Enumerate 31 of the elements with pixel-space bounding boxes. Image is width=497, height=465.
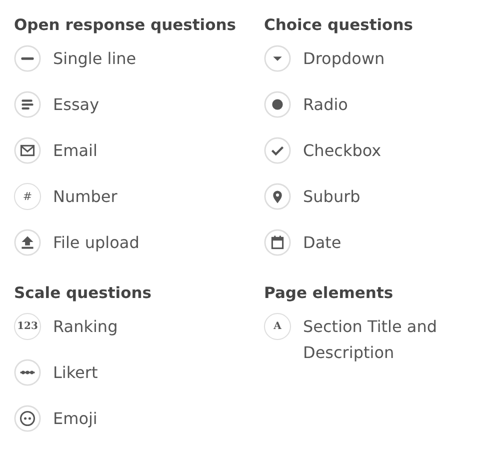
- caret-down-icon: [264, 45, 291, 72]
- text-lines-icon: [14, 91, 41, 118]
- section-heading: Open response questions: [14, 15, 238, 36]
- question-type-item[interactable]: Suburb: [303, 184, 473, 210]
- question-type-item[interactable]: Section Title and Description: [303, 314, 473, 366]
- envelope-icon: [14, 137, 41, 164]
- numbers-icon: 123: [14, 313, 41, 340]
- question-type-item[interactable]: Email: [53, 138, 223, 164]
- question-type-item[interactable]: Date: [303, 230, 473, 256]
- checkmark-icon: [264, 137, 291, 164]
- question-type-item[interactable]: Radio: [303, 92, 473, 118]
- face-icon: [14, 405, 41, 432]
- question-type-item[interactable]: Essay: [53, 92, 223, 118]
- minus-icon: [14, 45, 41, 72]
- question-type-item[interactable]: Single line: [53, 46, 223, 72]
- dot-icon: [264, 91, 291, 118]
- letter-icon: A: [264, 313, 291, 340]
- map-pin-icon: [264, 183, 291, 210]
- upload-icon: [14, 229, 41, 256]
- question-type-item[interactable]: Likert: [53, 360, 223, 386]
- question-type-item[interactable]: Number: [53, 184, 223, 210]
- section-heading: Page elements: [264, 283, 394, 304]
- question-type-item[interactable]: Ranking: [53, 314, 223, 340]
- question-type-item[interactable]: File upload: [53, 230, 223, 256]
- section-heading: Choice questions: [264, 15, 414, 36]
- question-type-item[interactable]: Dropdown: [303, 46, 473, 72]
- question-type-item[interactable]: Checkbox: [303, 138, 473, 164]
- question-type-item[interactable]: Emoji: [53, 406, 223, 432]
- hash-icon: #: [14, 183, 41, 210]
- section-heading: Scale questions: [14, 283, 153, 304]
- calendar-icon: [264, 229, 291, 256]
